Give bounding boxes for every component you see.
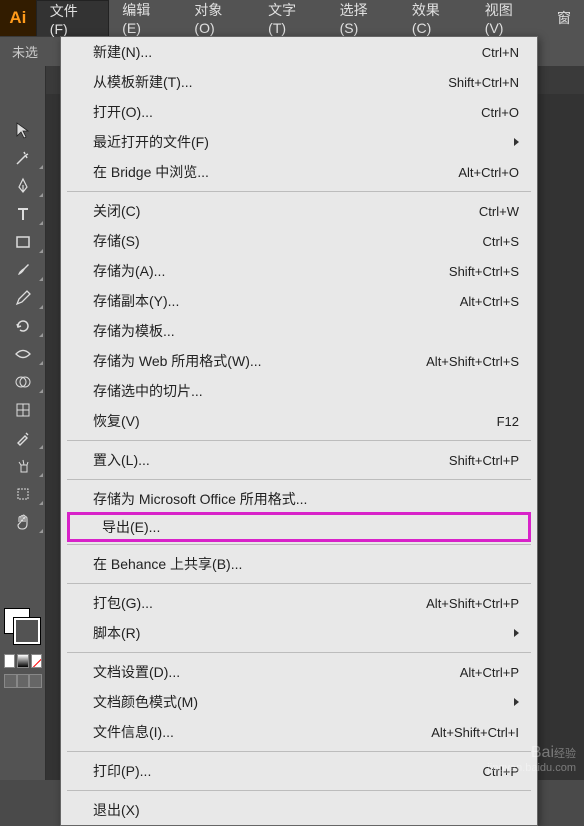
menu-save-ms-office[interactable]: 存储为 Microsoft Office 所用格式... xyxy=(61,484,537,514)
menu-revert[interactable]: 恢复(V)F12 xyxy=(61,406,537,436)
menu-scripts[interactable]: 脚本(R) xyxy=(61,618,537,648)
separator xyxy=(67,652,531,653)
selection-tool[interactable] xyxy=(0,116,46,144)
draw-normal[interactable] xyxy=(4,674,17,688)
paintbrush-tool[interactable] xyxy=(0,256,46,284)
color-mode-gradient[interactable] xyxy=(17,654,28,668)
menu-new-from-template[interactable]: 从模板新建(T)...Shift+Ctrl+N xyxy=(61,67,537,97)
hand-tool[interactable] xyxy=(0,508,46,536)
menu-save-copy[interactable]: 存储副本(Y)...Alt+Ctrl+S xyxy=(61,286,537,316)
separator xyxy=(67,544,531,545)
symbol-sprayer-tool[interactable] xyxy=(0,452,46,480)
separator xyxy=(67,479,531,480)
menu-close[interactable]: 关闭(C)Ctrl+W xyxy=(61,196,537,226)
mesh-tool[interactable] xyxy=(0,396,46,424)
menu-effect[interactable]: 效果(C) xyxy=(399,0,472,36)
menu-browse-bridge[interactable]: 在 Bridge 中浏览...Alt+Ctrl+O xyxy=(61,157,537,187)
draw-behind[interactable] xyxy=(17,674,30,688)
type-tool[interactable] xyxy=(0,200,46,228)
submenu-arrow-icon xyxy=(514,698,519,706)
menu-bar: 文件(F) 编辑(E) 对象(O) 文字(T) 选择(S) 效果(C) 视图(V… xyxy=(36,0,584,36)
stroke-color[interactable] xyxy=(14,618,40,644)
separator xyxy=(67,751,531,752)
menu-save-template[interactable]: 存储为模板... xyxy=(61,316,537,346)
rectangle-tool[interactable] xyxy=(0,228,46,256)
menu-export[interactable]: 导出(E)... xyxy=(67,512,531,542)
separator xyxy=(67,191,531,192)
tools-panel xyxy=(0,66,46,780)
menu-save-selected-slices[interactable]: 存储选中的切片... xyxy=(61,376,537,406)
menu-type[interactable]: 文字(T) xyxy=(255,0,326,36)
menu-exit[interactable]: 退出(X) xyxy=(61,795,537,825)
selection-status: 未选 xyxy=(12,42,38,61)
menu-recent[interactable]: 最近打开的文件(F) xyxy=(61,127,537,157)
title-bar: Ai 文件(F) 编辑(E) 对象(O) 文字(T) 选择(S) 效果(C) 视… xyxy=(0,0,584,36)
color-mode-none[interactable] xyxy=(31,654,42,668)
menu-select[interactable]: 选择(S) xyxy=(327,0,399,36)
watermark: Bai经验 jingyan.baidu.com xyxy=(487,744,576,774)
pen-tool[interactable] xyxy=(0,172,46,200)
artboard-tool[interactable] xyxy=(0,480,46,508)
menu-edit[interactable]: 编辑(E) xyxy=(109,0,181,36)
menu-print[interactable]: 打印(P)...Ctrl+P xyxy=(61,756,537,786)
menu-object[interactable]: 对象(O) xyxy=(181,0,255,36)
magic-wand-tool[interactable] xyxy=(0,144,46,172)
menu-open[interactable]: 打开(O)...Ctrl+O xyxy=(61,97,537,127)
menu-save-as[interactable]: 存储为(A)...Shift+Ctrl+S xyxy=(61,256,537,286)
separator xyxy=(67,790,531,791)
separator xyxy=(67,583,531,584)
shape-builder-tool[interactable] xyxy=(0,368,46,396)
menu-place[interactable]: 置入(L)...Shift+Ctrl+P xyxy=(61,445,537,475)
menu-package[interactable]: 打包(G)...Alt+Shift+Ctrl+P xyxy=(61,588,537,618)
app-logo: Ai xyxy=(0,0,36,36)
separator xyxy=(67,440,531,441)
menu-color-mode[interactable]: 文档颜色模式(M) xyxy=(61,687,537,717)
menu-new[interactable]: 新建(N)...Ctrl+N xyxy=(61,37,537,67)
menu-view[interactable]: 视图(V) xyxy=(472,0,544,36)
color-mode-solid[interactable] xyxy=(4,654,15,668)
draw-inside[interactable] xyxy=(29,674,42,688)
eyedropper-tool[interactable] xyxy=(0,424,46,452)
width-tool[interactable] xyxy=(0,340,46,368)
submenu-arrow-icon xyxy=(514,138,519,146)
menu-save-for-web[interactable]: 存储为 Web 所用格式(W)...Alt+Shift+Ctrl+S xyxy=(61,346,537,376)
menu-file-info[interactable]: 文件信息(I)...Alt+Shift+Ctrl+I xyxy=(61,717,537,747)
menu-window[interactable]: 窗 xyxy=(544,0,584,36)
color-swatches xyxy=(4,608,42,688)
menu-save[interactable]: 存储(S)Ctrl+S xyxy=(61,226,537,256)
menu-document-setup[interactable]: 文档设置(D)...Alt+Ctrl+P xyxy=(61,657,537,687)
pencil-tool[interactable] xyxy=(0,284,46,312)
menu-share-behance[interactable]: 在 Behance 上共享(B)... xyxy=(61,549,537,579)
rotate-tool[interactable] xyxy=(0,312,46,340)
menu-file[interactable]: 文件(F) xyxy=(36,0,109,36)
file-menu-dropdown: 新建(N)...Ctrl+N 从模板新建(T)...Shift+Ctrl+N 打… xyxy=(60,36,538,826)
submenu-arrow-icon xyxy=(514,629,519,637)
